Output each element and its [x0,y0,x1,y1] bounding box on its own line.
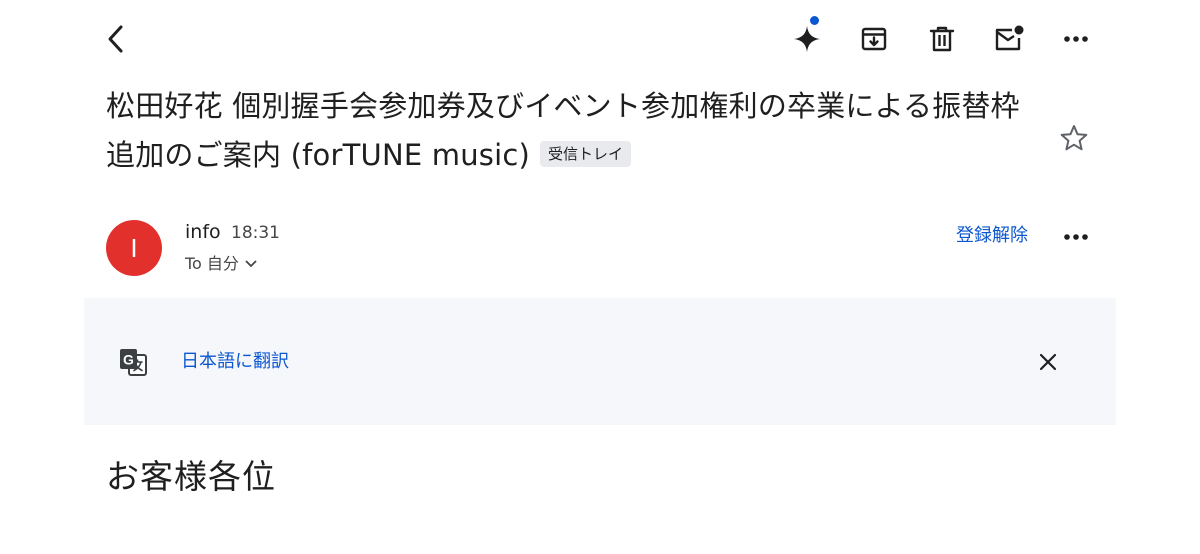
notification-dot [810,16,819,25]
more-vert-icon [1064,36,1088,42]
chevron-down-icon [245,260,257,267]
delete-button[interactable] [920,17,964,61]
avatar-letter: I [130,232,138,263]
recipient-text: To 自分 [185,254,239,273]
mark-unread-icon [995,25,1024,51]
svg-text:G: G [123,352,134,368]
inbox-label-chip[interactable]: 受信トレイ [540,141,632,167]
close-icon [1039,353,1057,371]
email-subject: 松田好花 個別握手会参加券及びイベント参加権利の卒業による振替枠追加のご案内 (… [106,82,1036,180]
recipient-details-toggle[interactable]: To 自分 [185,253,257,275]
sender-name: info [185,221,221,243]
more-vert-icon [1064,234,1088,240]
translate-icon: G [117,346,149,382]
message-more-button[interactable] [1054,215,1098,259]
archive-icon [861,27,887,51]
back-button[interactable] [94,17,138,61]
sent-time: 18:31 [231,223,280,243]
archive-button[interactable] [852,17,896,61]
unsubscribe-link[interactable]: 登録解除 [956,224,1028,248]
mark-unread-button[interactable] [987,17,1031,61]
gemini-button[interactable] [785,16,829,61]
star-button[interactable] [1052,116,1096,160]
email-body-greeting: お客様各位 [106,457,276,496]
delete-icon [929,26,955,52]
more-options-button[interactable] [1054,17,1098,61]
translate-link[interactable]: 日本語に翻訳 [181,350,289,374]
arrow-back-icon [108,25,123,53]
close-banner-button[interactable] [1026,340,1070,384]
gemini-sparkle-icon [794,26,820,52]
star-outline-icon [1060,125,1088,151]
sender-avatar[interactable]: I [106,220,162,276]
